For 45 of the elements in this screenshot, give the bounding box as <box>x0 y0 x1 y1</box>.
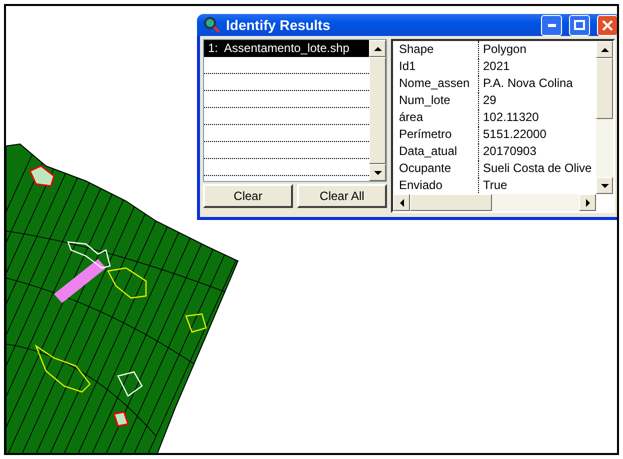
field-name: Enviado <box>393 177 479 193</box>
field-value: True <box>482 177 508 193</box>
field-name: Ocupante <box>393 160 479 176</box>
field-value: Sueli Costa de Olive <box>482 160 593 176</box>
field-name: Shape <box>393 41 479 57</box>
field-name: Id1 <box>393 58 479 74</box>
clear-all-button[interactable]: Clear All <box>297 184 387 208</box>
close-icon <box>602 20 613 30</box>
minimize-button[interactable] <box>541 14 562 36</box>
layer-list[interactable]: 1: Assentamento_lote.shp <box>203 39 387 182</box>
scroll-right-arrow-icon <box>584 198 592 208</box>
scroll-thumb[interactable] <box>410 194 492 211</box>
scroll-left-arrow-icon <box>398 198 406 208</box>
field-value: 102.11320 <box>482 109 540 125</box>
scroll-down-button[interactable] <box>369 164 386 181</box>
scroll-left-button[interactable] <box>393 194 410 211</box>
scroll-up-arrow-icon <box>372 44 384 52</box>
clear-button[interactable]: Clear <box>203 184 293 208</box>
minimize-icon <box>548 24 556 26</box>
scroll-up-button[interactable] <box>369 40 386 57</box>
field-value: 2021 <box>482 58 511 74</box>
scroll-up-arrow-icon <box>598 46 610 54</box>
field-name: área <box>393 109 479 125</box>
scroll-down-arrow-icon <box>598 182 610 190</box>
field-value: 5151.22000 <box>482 126 548 142</box>
scroll-down-button[interactable] <box>596 177 613 194</box>
field-value: P.A. Nova Colina <box>482 75 574 91</box>
field-value: Polygon <box>482 41 528 57</box>
scroll-thumb[interactable] <box>596 58 613 118</box>
field-name: Num_lote <box>393 92 479 108</box>
maximize-icon <box>574 20 585 30</box>
scroll-up-button[interactable] <box>596 41 613 58</box>
layer-item[interactable]: 1: Assentamento_lote.shp <box>204 40 369 57</box>
maximize-button[interactable] <box>569 14 590 36</box>
scroll-right-button[interactable] <box>579 194 596 211</box>
scroll-thumb[interactable] <box>369 57 386 164</box>
field-value: 29 <box>482 92 498 108</box>
close-button[interactable] <box>597 14 617 36</box>
field-name: Nome_assen <box>393 75 479 91</box>
field-name: Perímetro <box>393 126 479 142</box>
window-title: Identify Results <box>226 17 332 33</box>
field-value: 20170903 <box>482 143 538 159</box>
field-name: Data_atual <box>393 143 479 159</box>
scroll-down-arrow-icon <box>372 168 384 176</box>
magnifier-icon <box>203 16 221 34</box>
